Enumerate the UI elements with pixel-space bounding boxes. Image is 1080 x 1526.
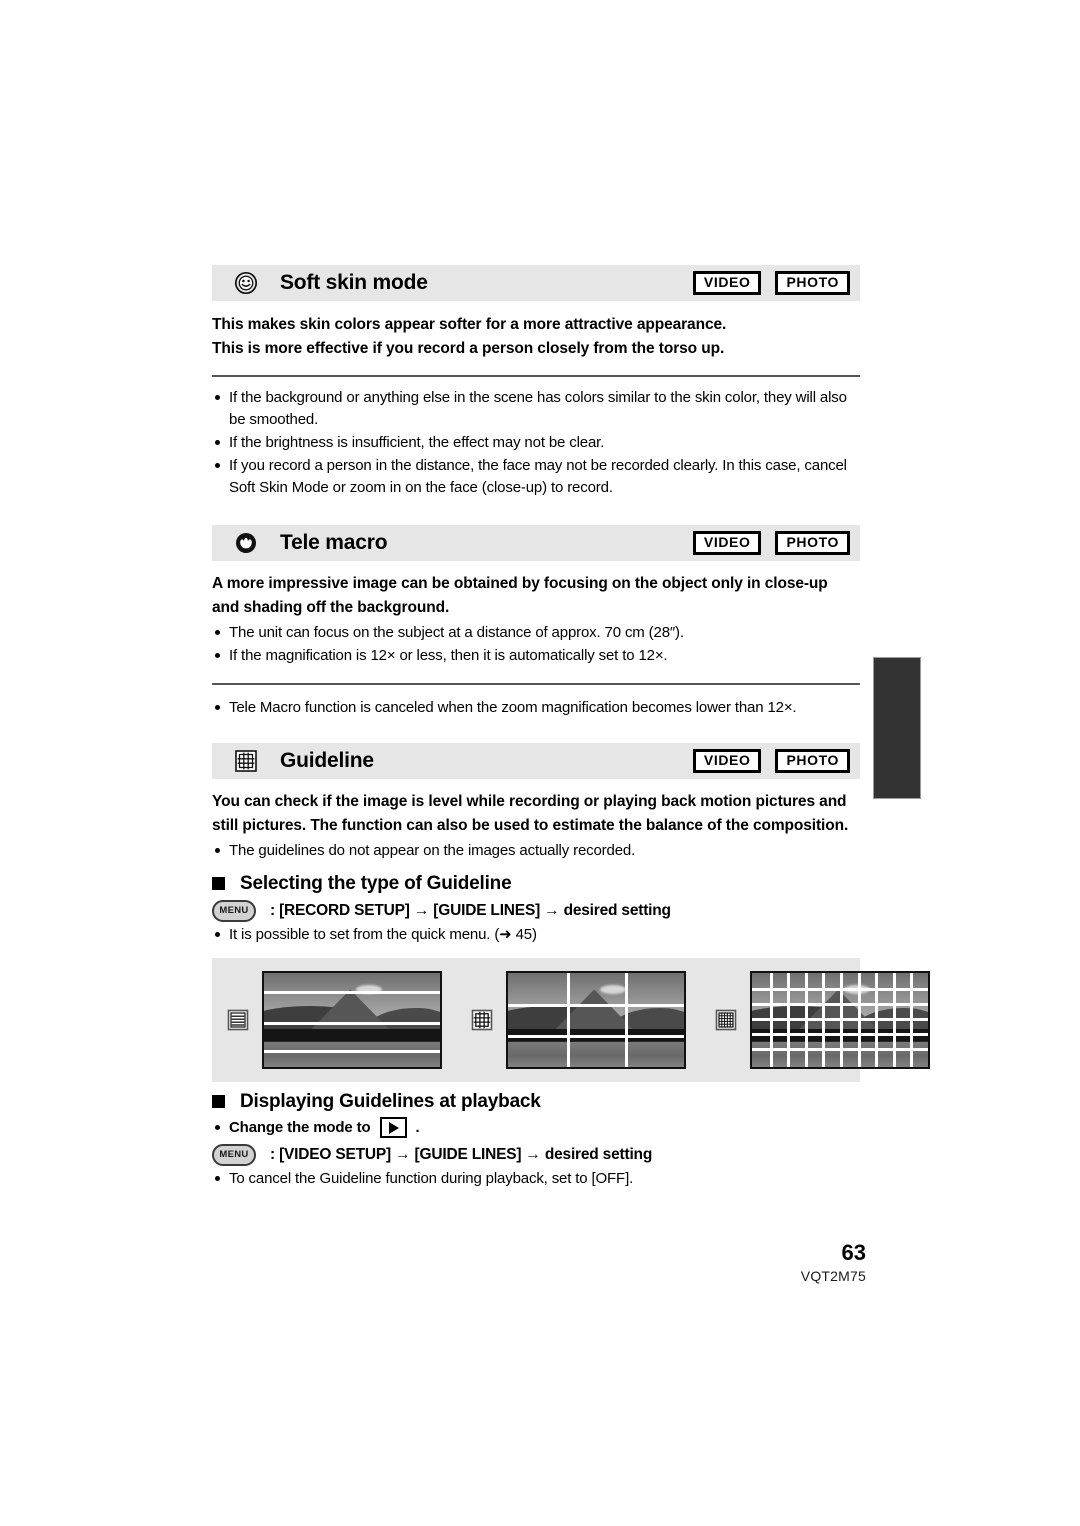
list-item: It is possible to set from the quick men… <box>212 924 860 946</box>
tele-macro-lead: A more impressive image can be obtained … <box>212 572 860 620</box>
playback-mode-note: Change the mode to . <box>212 1117 860 1139</box>
tele-macro-flower-icon <box>234 531 258 555</box>
smiley-face-icon <box>234 271 258 295</box>
menu-path-middle: [GUIDE LINES] <box>410 1145 526 1163</box>
sample-image-horizontal-lines <box>262 970 442 1069</box>
arrow-icon: → <box>525 1145 541 1163</box>
sample-image-fine-grid <box>750 970 930 1069</box>
arrow-icon: → <box>544 901 560 919</box>
subsection-heading-label: Selecting the type of Guideline <box>240 872 512 894</box>
guideline-grid-icon <box>234 749 258 773</box>
menu-path-record-setup: MENU : [RECORD SETUP] → [GUIDE LINES] → … <box>212 899 860 922</box>
fine-grid-icon <box>714 1008 738 1032</box>
overlay-fine-grid <box>752 972 928 1067</box>
menu-path-prefix: : [VIDEO SETUP] <box>270 1145 396 1163</box>
list-item: If the magnification is 12× or less, the… <box>212 645 860 667</box>
list-item: To cancel the Guideline function during … <box>212 1168 860 1190</box>
list-item: Tele Macro function is canceled when the… <box>212 697 860 719</box>
square-bullet-icon <box>212 877 225 891</box>
list-item: If you record a person in the distance, … <box>212 455 860 499</box>
guideline-lead: You can check if the image is level whil… <box>212 793 849 835</box>
tele-macro-lead-line-1: A more impressive image can be obtained … <box>212 575 828 593</box>
tele-macro-after-notes: Tele Macro function is canceled when the… <box>212 697 860 719</box>
badge-photo: PHOTO <box>775 270 850 296</box>
section-title: Soft skin mode <box>280 271 428 294</box>
section-title: Tele macro <box>280 531 388 555</box>
soft-skin-lead: This makes skin colors appear softer for… <box>212 313 860 361</box>
section-header-soft-skin-mode: Soft skin mode VIDEO PHOTO <box>212 265 860 301</box>
change-mode-text: Change the mode to <box>229 1118 371 1136</box>
page-number: 63 <box>841 1240 866 1265</box>
list-item: If the brightness is insufficient, the e… <box>212 432 860 454</box>
divider <box>212 375 860 378</box>
playback-guideline-notes: To cancel the Guideline function during … <box>212 1168 860 1190</box>
list-item: Change the mode to . <box>212 1117 860 1139</box>
subsection-heading-label: Displaying Guidelines at playback <box>240 1090 541 1112</box>
menu-path-text: : [VIDEO SETUP] → [GUIDE LINES] → desire… <box>270 1146 652 1164</box>
soft-skin-lead-line-1: This makes skin colors appear softer for… <box>212 316 727 333</box>
subsection-heading-selecting-type: Selecting the type of Guideline <box>212 873 860 895</box>
rule-of-thirds-grid-icon <box>470 1008 494 1032</box>
tele-macro-lead-line-2: and shading off the background. <box>212 599 450 617</box>
selecting-type-notes: It is possible to set from the quick men… <box>212 924 860 946</box>
menu-path-suffix: desired setting <box>540 1145 653 1163</box>
menu-path-middle: [GUIDE LINES] <box>429 901 545 919</box>
media-badges: VIDEO PHOTO <box>692 749 850 774</box>
horizontal-lines-icon <box>226 1008 250 1032</box>
arrow-icon: → <box>395 1145 411 1163</box>
guideline-notes: The guidelines do not appear on the imag… <box>212 840 860 862</box>
sample-image-thirds-grid <box>506 970 686 1069</box>
menu-button-icon[interactable]: MENU <box>212 1143 256 1166</box>
section-title: Guideline <box>280 749 374 773</box>
soft-skin-notes: If the background or anything else in th… <box>212 387 860 499</box>
badge-photo: PHOTO <box>775 749 850 774</box>
media-badges: VIDEO PHOTO <box>692 270 850 296</box>
list-item: The unit can focus on the subject at a d… <box>212 622 860 644</box>
list-item: If the background or anything else in th… <box>212 387 860 431</box>
change-mode-period: . <box>415 1118 420 1136</box>
page-edge-tab-marker <box>873 657 921 799</box>
menu-path-suffix: desired setting <box>559 901 671 919</box>
menu-path-video-setup: MENU : [VIDEO SETUP] → [GUIDE LINES] → d… <box>212 1143 860 1166</box>
media-badges: VIDEO PHOTO <box>692 531 850 556</box>
badge-photo: PHOTO <box>775 531 850 556</box>
list-item: The guidelines do not appear on the imag… <box>212 840 860 862</box>
square-bullet-icon <box>212 1095 225 1109</box>
page-content: Soft skin mode VIDEO PHOTO This makes sk… <box>212 0 930 1191</box>
document-id: VQT2M75 <box>800 1268 866 1284</box>
playback-mode-icon <box>379 1117 407 1139</box>
badge-video: VIDEO <box>692 270 762 296</box>
divider <box>212 683 860 686</box>
guideline-samples-strip <box>212 957 930 1082</box>
section-header-guideline: Guideline VIDEO PHOTO <box>212 743 860 780</box>
badge-video: VIDEO <box>692 531 762 556</box>
arrow-icon: → <box>413 901 430 919</box>
overlay-thirds-grid <box>508 972 684 1067</box>
overlay-horizontal-lines <box>264 973 440 1067</box>
menu-path-text: : [RECORD SETUP] → [GUIDE LINES] → desir… <box>270 902 671 920</box>
soft-skin-lead-line-2: This is more effective if you record a p… <box>212 340 725 358</box>
menu-path-prefix: : [RECORD SETUP] <box>270 901 414 919</box>
section-header-tele-macro: Tele macro VIDEO PHOTO <box>212 525 860 562</box>
manual-page: Soft skin mode VIDEO PHOTO This makes sk… <box>0 0 1080 1526</box>
subsection-heading-displaying-playback: Displaying Guidelines at playback <box>212 1091 860 1113</box>
badge-video: VIDEO <box>692 749 762 774</box>
tele-macro-notes: The unit can focus on the subject at a d… <box>212 622 860 667</box>
menu-button-icon[interactable]: MENU <box>212 899 256 922</box>
